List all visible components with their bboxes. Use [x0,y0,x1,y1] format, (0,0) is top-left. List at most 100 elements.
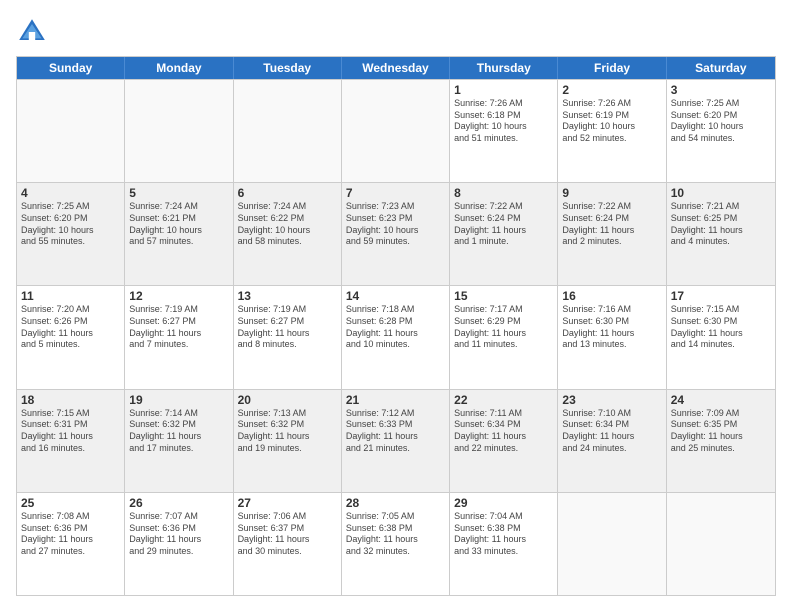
day-number: 18 [21,393,120,407]
weekday-header-thursday: Thursday [450,57,558,79]
cell-info: Sunrise: 7:21 AMSunset: 6:25 PMDaylight:… [671,201,771,248]
calendar-row-2: 11Sunrise: 7:20 AMSunset: 6:26 PMDayligh… [17,285,775,388]
weekday-header-tuesday: Tuesday [234,57,342,79]
weekday-header-sunday: Sunday [17,57,125,79]
day-number: 23 [562,393,661,407]
cal-cell-0-2 [234,80,342,182]
cell-info: Sunrise: 7:06 AMSunset: 6:37 PMDaylight:… [238,511,337,558]
day-number: 1 [454,83,553,97]
cal-cell-4-1: 26Sunrise: 7:07 AMSunset: 6:36 PMDayligh… [125,493,233,595]
cell-info: Sunrise: 7:10 AMSunset: 6:34 PMDaylight:… [562,408,661,455]
day-number: 4 [21,186,120,200]
cell-info: Sunrise: 7:05 AMSunset: 6:38 PMDaylight:… [346,511,445,558]
day-number: 21 [346,393,445,407]
cell-info: Sunrise: 7:19 AMSunset: 6:27 PMDaylight:… [238,304,337,351]
day-number: 3 [671,83,771,97]
day-number: 7 [346,186,445,200]
cell-info: Sunrise: 7:25 AMSunset: 6:20 PMDaylight:… [671,98,771,145]
cell-info: Sunrise: 7:20 AMSunset: 6:26 PMDaylight:… [21,304,120,351]
cell-info: Sunrise: 7:15 AMSunset: 6:31 PMDaylight:… [21,408,120,455]
cell-info: Sunrise: 7:11 AMSunset: 6:34 PMDaylight:… [454,408,553,455]
cal-cell-2-5: 16Sunrise: 7:16 AMSunset: 6:30 PMDayligh… [558,286,666,388]
calendar-header: SundayMondayTuesdayWednesdayThursdayFrid… [17,57,775,79]
cal-cell-0-0 [17,80,125,182]
day-number: 2 [562,83,661,97]
day-number: 17 [671,289,771,303]
day-number: 11 [21,289,120,303]
header [16,16,776,48]
day-number: 14 [346,289,445,303]
day-number: 24 [671,393,771,407]
day-number: 25 [21,496,120,510]
cal-cell-3-2: 20Sunrise: 7:13 AMSunset: 6:32 PMDayligh… [234,390,342,492]
cell-info: Sunrise: 7:22 AMSunset: 6:24 PMDaylight:… [454,201,553,248]
cell-info: Sunrise: 7:23 AMSunset: 6:23 PMDaylight:… [346,201,445,248]
cal-cell-4-5 [558,493,666,595]
calendar-body: 1Sunrise: 7:26 AMSunset: 6:18 PMDaylight… [17,79,775,595]
cell-info: Sunrise: 7:09 AMSunset: 6:35 PMDaylight:… [671,408,771,455]
day-number: 8 [454,186,553,200]
cal-cell-1-3: 7Sunrise: 7:23 AMSunset: 6:23 PMDaylight… [342,183,450,285]
weekday-header-monday: Monday [125,57,233,79]
day-number: 10 [671,186,771,200]
cal-cell-1-6: 10Sunrise: 7:21 AMSunset: 6:25 PMDayligh… [667,183,775,285]
cal-cell-0-4: 1Sunrise: 7:26 AMSunset: 6:18 PMDaylight… [450,80,558,182]
cell-info: Sunrise: 7:15 AMSunset: 6:30 PMDaylight:… [671,304,771,351]
cal-cell-4-4: 29Sunrise: 7:04 AMSunset: 6:38 PMDayligh… [450,493,558,595]
cell-info: Sunrise: 7:16 AMSunset: 6:30 PMDaylight:… [562,304,661,351]
cell-info: Sunrise: 7:25 AMSunset: 6:20 PMDaylight:… [21,201,120,248]
cell-info: Sunrise: 7:26 AMSunset: 6:19 PMDaylight:… [562,98,661,145]
cal-cell-0-1 [125,80,233,182]
cell-info: Sunrise: 7:19 AMSunset: 6:27 PMDaylight:… [129,304,228,351]
cal-cell-2-3: 14Sunrise: 7:18 AMSunset: 6:28 PMDayligh… [342,286,450,388]
cal-cell-4-3: 28Sunrise: 7:05 AMSunset: 6:38 PMDayligh… [342,493,450,595]
cal-cell-3-3: 21Sunrise: 7:12 AMSunset: 6:33 PMDayligh… [342,390,450,492]
cal-cell-0-3 [342,80,450,182]
day-number: 22 [454,393,553,407]
weekday-header-friday: Friday [558,57,666,79]
cal-cell-2-4: 15Sunrise: 7:17 AMSunset: 6:29 PMDayligh… [450,286,558,388]
day-number: 26 [129,496,228,510]
cal-cell-4-0: 25Sunrise: 7:08 AMSunset: 6:36 PMDayligh… [17,493,125,595]
day-number: 27 [238,496,337,510]
cal-cell-2-2: 13Sunrise: 7:19 AMSunset: 6:27 PMDayligh… [234,286,342,388]
cal-cell-3-1: 19Sunrise: 7:14 AMSunset: 6:32 PMDayligh… [125,390,233,492]
day-number: 13 [238,289,337,303]
cal-cell-1-5: 9Sunrise: 7:22 AMSunset: 6:24 PMDaylight… [558,183,666,285]
cell-info: Sunrise: 7:04 AMSunset: 6:38 PMDaylight:… [454,511,553,558]
cal-cell-3-4: 22Sunrise: 7:11 AMSunset: 6:34 PMDayligh… [450,390,558,492]
cal-cell-2-6: 17Sunrise: 7:15 AMSunset: 6:30 PMDayligh… [667,286,775,388]
cal-cell-0-6: 3Sunrise: 7:25 AMSunset: 6:20 PMDaylight… [667,80,775,182]
day-number: 6 [238,186,337,200]
cell-info: Sunrise: 7:24 AMSunset: 6:22 PMDaylight:… [238,201,337,248]
day-number: 29 [454,496,553,510]
cell-info: Sunrise: 7:22 AMSunset: 6:24 PMDaylight:… [562,201,661,248]
cal-cell-3-6: 24Sunrise: 7:09 AMSunset: 6:35 PMDayligh… [667,390,775,492]
cal-cell-2-0: 11Sunrise: 7:20 AMSunset: 6:26 PMDayligh… [17,286,125,388]
cell-info: Sunrise: 7:07 AMSunset: 6:36 PMDaylight:… [129,511,228,558]
cell-info: Sunrise: 7:13 AMSunset: 6:32 PMDaylight:… [238,408,337,455]
calendar-row-0: 1Sunrise: 7:26 AMSunset: 6:18 PMDaylight… [17,79,775,182]
day-number: 15 [454,289,553,303]
day-number: 5 [129,186,228,200]
calendar-row-1: 4Sunrise: 7:25 AMSunset: 6:20 PMDaylight… [17,182,775,285]
cell-info: Sunrise: 7:26 AMSunset: 6:18 PMDaylight:… [454,98,553,145]
logo-icon [16,16,48,48]
cell-info: Sunrise: 7:08 AMSunset: 6:36 PMDaylight:… [21,511,120,558]
cell-info: Sunrise: 7:18 AMSunset: 6:28 PMDaylight:… [346,304,445,351]
cal-cell-3-0: 18Sunrise: 7:15 AMSunset: 6:31 PMDayligh… [17,390,125,492]
cal-cell-4-2: 27Sunrise: 7:06 AMSunset: 6:37 PMDayligh… [234,493,342,595]
page: SundayMondayTuesdayWednesdayThursdayFrid… [0,0,792,612]
cal-cell-0-5: 2Sunrise: 7:26 AMSunset: 6:19 PMDaylight… [558,80,666,182]
weekday-header-saturday: Saturday [667,57,775,79]
cal-cell-1-0: 4Sunrise: 7:25 AMSunset: 6:20 PMDaylight… [17,183,125,285]
cell-info: Sunrise: 7:14 AMSunset: 6:32 PMDaylight:… [129,408,228,455]
cell-info: Sunrise: 7:17 AMSunset: 6:29 PMDaylight:… [454,304,553,351]
cal-cell-1-1: 5Sunrise: 7:24 AMSunset: 6:21 PMDaylight… [125,183,233,285]
cal-cell-1-4: 8Sunrise: 7:22 AMSunset: 6:24 PMDaylight… [450,183,558,285]
day-number: 19 [129,393,228,407]
cal-cell-4-6 [667,493,775,595]
day-number: 16 [562,289,661,303]
day-number: 12 [129,289,228,303]
cal-cell-3-5: 23Sunrise: 7:10 AMSunset: 6:34 PMDayligh… [558,390,666,492]
